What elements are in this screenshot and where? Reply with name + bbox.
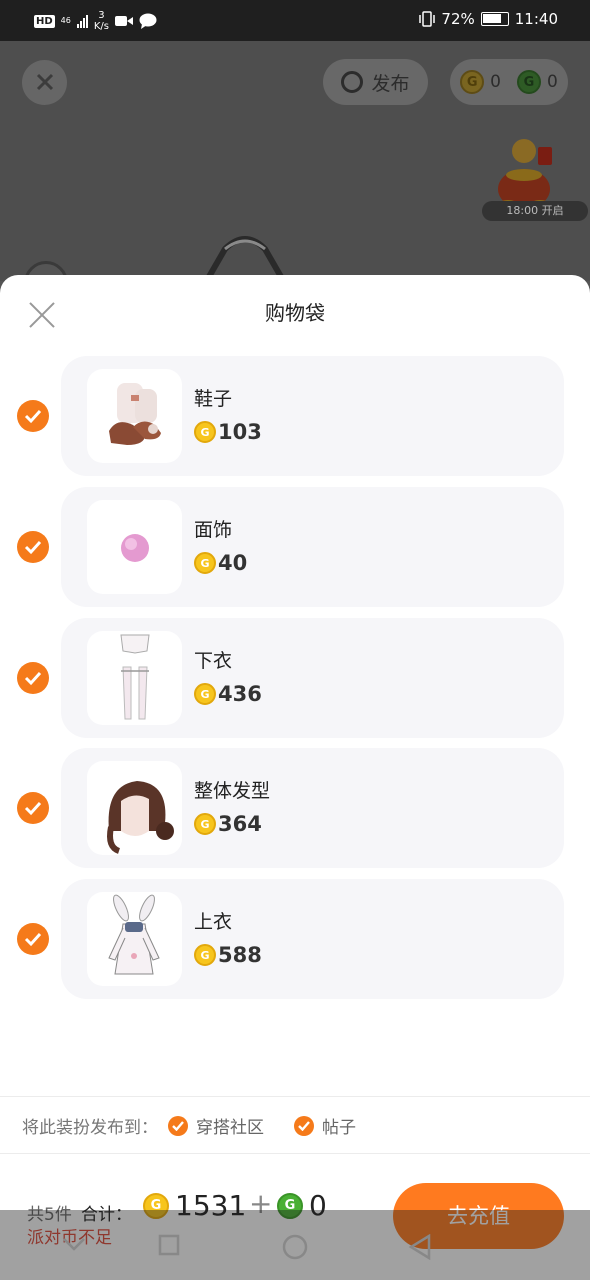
- top-clothing-icon: [108, 894, 160, 975]
- item-card[interactable]: 上衣 G 588: [61, 879, 564, 999]
- item-thumbnail: [87, 369, 182, 463]
- video-icon: [115, 16, 133, 26]
- home-icon[interactable]: [282, 1234, 308, 1260]
- scene-close-button[interactable]: [22, 60, 67, 105]
- item-thumbnail: [87, 500, 182, 594]
- item-price: G 436: [194, 682, 262, 706]
- item-thumbnail: [87, 892, 182, 986]
- price-value: 40: [218, 551, 248, 575]
- price-value: 103: [218, 420, 262, 444]
- vibrate-icon: [419, 11, 436, 27]
- network-type: 46: [60, 16, 71, 25]
- cart-item: 面饰 G 40: [0, 487, 590, 607]
- hd-indicator: HD: [34, 14, 55, 28]
- gold-coin-icon: G: [194, 813, 216, 835]
- battery-percent: 72%: [441, 10, 475, 28]
- publish-destination-row: 将此装扮发布到： 穿搭社区 帖子: [22, 1113, 356, 1138]
- close-icon: [36, 73, 53, 91]
- gold-coin-icon: G: [194, 683, 216, 705]
- item-checkbox[interactable]: [17, 923, 49, 955]
- item-price: G 364: [194, 812, 262, 836]
- system-nav-bar: [0, 1210, 590, 1280]
- item-price: G 588: [194, 943, 262, 967]
- gold-coin-icon: G: [194, 944, 216, 966]
- back-icon[interactable]: [408, 1234, 432, 1260]
- item-checkbox[interactable]: [17, 531, 49, 563]
- hairstyle-icon: [107, 781, 174, 854]
- publish-option-label: 帖子: [322, 1118, 356, 1138]
- green-coin-icon: G: [517, 70, 541, 94]
- publish-option-label: 穿搭社区: [196, 1118, 264, 1138]
- message-icon: [139, 13, 157, 29]
- signal-icon: [76, 14, 88, 28]
- price-value: 588: [218, 943, 262, 967]
- currency-balance[interactable]: G 0 G 0: [450, 59, 568, 105]
- battery-icon: [480, 12, 509, 26]
- publish-option-post[interactable]: 帖子: [294, 1113, 356, 1138]
- item-name: 上衣: [194, 911, 233, 933]
- item-thumbnail: [87, 761, 182, 855]
- clock: 11:40: [514, 10, 558, 28]
- item-thumbnail: [87, 631, 182, 725]
- recent-apps-icon[interactable]: [158, 1234, 180, 1256]
- item-checkbox[interactable]: [17, 400, 49, 432]
- publish-option-community[interactable]: 穿搭社区: [168, 1113, 264, 1138]
- divider: [0, 1096, 590, 1097]
- cart-item: 下衣 G 436: [0, 618, 590, 738]
- check-icon: [24, 671, 42, 686]
- item-card[interactable]: 鞋子 G 103: [61, 356, 564, 476]
- event-time-label: 18:00 开启: [482, 201, 588, 221]
- publish-label: 发布: [371, 72, 410, 95]
- publish-button[interactable]: 发布: [323, 59, 428, 105]
- item-card[interactable]: 下衣 G 436: [61, 618, 564, 738]
- item-card[interactable]: 面饰 G 40: [61, 487, 564, 607]
- nav-down-icon[interactable]: [62, 1236, 86, 1252]
- bottom-clothing-icon: [120, 634, 150, 720]
- item-name: 面饰: [194, 519, 233, 541]
- check-icon: [168, 1115, 188, 1136]
- item-price: G 40: [194, 551, 247, 575]
- check-icon: [24, 540, 42, 555]
- avatar-scene: 发布 G 0 G 0 18:00 开启: [0, 41, 590, 305]
- item-name: 整体发型: [194, 780, 271, 802]
- shopping-bag-sheet: 购物袋 鞋子 G 103 面饰 G 40 下衣 G 436 整体发型 G 364…: [0, 275, 590, 1280]
- gold-coin-icon: G: [194, 552, 216, 574]
- publish-icon: [341, 71, 364, 93]
- item-card[interactable]: 整体发型 G 364: [61, 748, 564, 868]
- item-name: 下衣: [194, 650, 233, 672]
- check-icon: [24, 932, 42, 947]
- check-icon: [24, 801, 42, 816]
- publish-to-label: 将此装扮发布到：: [22, 1118, 158, 1138]
- price-value: 364: [218, 812, 262, 836]
- network-speed: 3 K/s: [93, 10, 109, 32]
- gold-coin-icon: G: [194, 421, 216, 443]
- cart-item: 上衣 G 588: [0, 879, 590, 999]
- check-icon: [24, 409, 42, 424]
- shoes-icon: [109, 383, 161, 445]
- divider: [0, 1153, 590, 1154]
- check-icon: [294, 1115, 314, 1136]
- item-name: 鞋子: [194, 388, 233, 410]
- cart-item: 整体发型 G 364: [0, 748, 590, 868]
- price-value: 436: [218, 682, 262, 706]
- face-accessory-icon: [121, 534, 149, 562]
- status-bar: HD 46 3 K/s 72% 11:40: [0, 0, 590, 41]
- gold-balance: 0: [490, 72, 501, 92]
- gold-coin-icon: G: [460, 70, 485, 94]
- sheet-title: 购物袋: [265, 301, 325, 325]
- item-checkbox[interactable]: [17, 792, 49, 824]
- item-price: G 103: [194, 420, 262, 444]
- green-balance: 0: [547, 72, 558, 92]
- cart-item: 鞋子 G 103: [0, 356, 590, 476]
- item-checkbox[interactable]: [17, 662, 49, 694]
